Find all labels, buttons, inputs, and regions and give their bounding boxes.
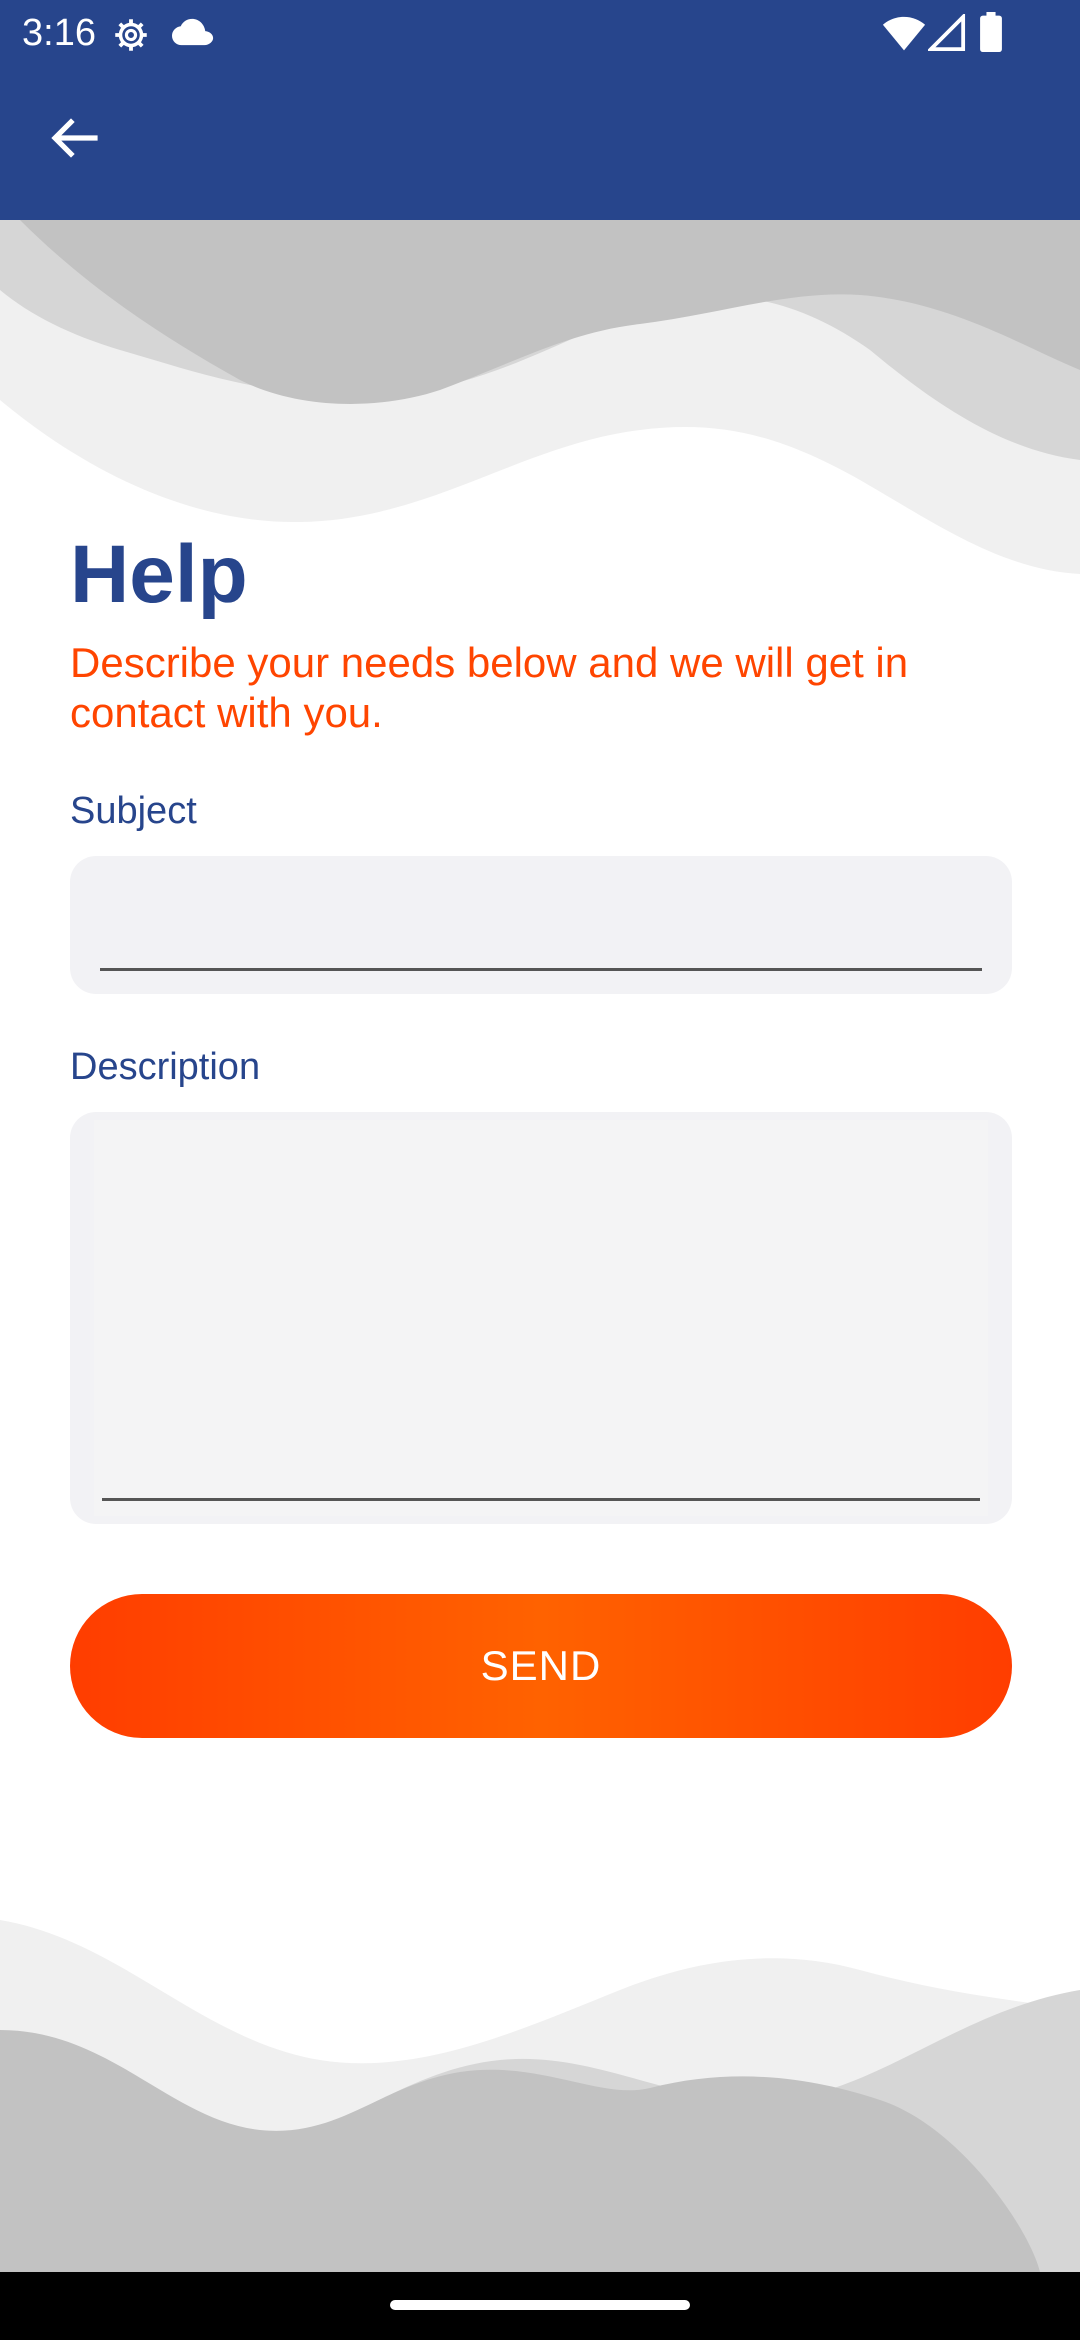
description-field[interactable] [70, 1112, 1012, 1524]
description-input[interactable] [100, 1142, 982, 1476]
subject-label: Subject [70, 790, 197, 832]
signal-icon [926, 12, 966, 57]
page-title: Help [70, 529, 248, 620]
subject-underline [100, 968, 982, 971]
description-underline [102, 1498, 980, 1501]
gear-icon [110, 14, 152, 61]
cloud-icon [172, 16, 214, 53]
wifi-icon [882, 14, 926, 57]
bottom-wave-decoration [0, 1900, 1080, 2272]
description-label: Description [70, 1046, 261, 1088]
page-subtitle: Describe your needs below and we will ge… [70, 639, 909, 736]
send-button[interactable]: SEND [70, 1594, 1012, 1738]
app-bar: 3:16 [0, 0, 1080, 220]
status-bar: 3:16 [0, 0, 1080, 66]
status-time: 3:16 [22, 12, 96, 54]
battery-icon [980, 12, 1002, 57]
subject-field[interactable] [70, 856, 1012, 994]
subject-input[interactable] [100, 890, 982, 952]
back-button[interactable] [30, 102, 120, 178]
arrow-left-icon [51, 117, 99, 163]
home-handle[interactable] [390, 2300, 690, 2310]
